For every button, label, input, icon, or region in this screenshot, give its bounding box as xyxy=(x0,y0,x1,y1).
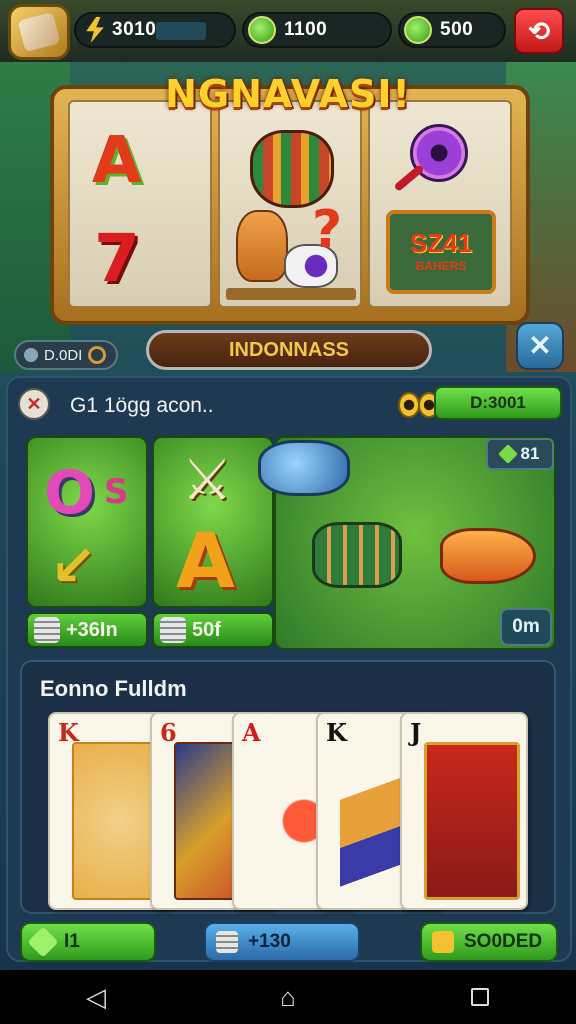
chips-icon xyxy=(216,931,238,953)
coin-counter[interactable]: 500 xyxy=(398,12,506,48)
pencil-icon xyxy=(497,444,518,464)
card-5-rank: J xyxy=(410,718,422,747)
bottom-button-1-text: I1 xyxy=(64,931,80,952)
reel-2: ? xyxy=(218,100,362,308)
chips-icon xyxy=(34,617,60,643)
reel-1: A 7 xyxy=(68,100,212,308)
energy-value: 3010 xyxy=(112,19,157,40)
circle-icon xyxy=(24,348,38,362)
tools-icon: ✕ xyxy=(18,388,50,420)
map-icon xyxy=(17,11,61,53)
coin-icon xyxy=(404,16,432,44)
bottom-button-3[interactable]: SO0DED xyxy=(420,922,558,962)
basket-symbol xyxy=(250,130,334,208)
pencil-icon xyxy=(27,926,59,958)
tile-price-1[interactable]: +36In xyxy=(26,612,148,648)
om-badge[interactable]: 0m xyxy=(500,608,552,646)
coin-icon-1 xyxy=(398,392,420,418)
card-5-art xyxy=(424,742,520,900)
card-5[interactable]: J xyxy=(400,712,528,910)
left-pill-label: D.0DI xyxy=(44,346,83,364)
energy-counter[interactable]: 3010 xyxy=(74,12,236,48)
collect-button[interactable]: D:3001 xyxy=(434,386,562,420)
left-status-pill[interactable]: D.0DI xyxy=(14,340,118,370)
bottom-button-2[interactable]: +130 xyxy=(204,922,360,962)
refresh-button[interactable]: ⟲ xyxy=(514,8,564,54)
back-icon: ◁ xyxy=(86,981,106,1012)
gem-o-symbol: O xyxy=(44,458,96,528)
bolt-icon xyxy=(86,17,104,43)
cat-symbol xyxy=(236,210,288,282)
bottom-button-2-text: +130 xyxy=(248,931,291,952)
field-badge-text: 81 xyxy=(520,444,540,463)
item-tile-1[interactable]: O S ↙ xyxy=(26,436,148,608)
close-icon: ✕ xyxy=(528,330,552,361)
home-button[interactable]: ⌂ xyxy=(264,977,312,1017)
rocket-icon xyxy=(440,528,536,584)
plank-decor xyxy=(226,288,356,300)
location-banner: INDONNASS xyxy=(146,330,432,370)
letter-a-symbol: A xyxy=(92,124,142,198)
chips-icon xyxy=(160,617,186,643)
tile-price-1-text: +36In xyxy=(66,618,118,641)
field-badge[interactable]: 81 xyxy=(486,438,554,470)
gem-value: 1100 xyxy=(284,19,328,40)
bottom-button-3-text: SO0DED xyxy=(464,931,543,952)
home-icon: ⌂ xyxy=(280,981,296,1012)
reel-3: SZ41 BAHERS xyxy=(368,100,512,308)
profile-avatar[interactable] xyxy=(8,4,70,60)
recents-button[interactable] xyxy=(456,977,504,1017)
slot-title: NGNAVASI! xyxy=(165,72,411,116)
refresh-icon: ⟲ xyxy=(528,15,550,46)
sword-symbol: ⚔ xyxy=(182,448,233,513)
gem-counter[interactable]: 1100 xyxy=(242,12,392,48)
tile-price-2[interactable]: 50f xyxy=(152,612,274,648)
coin-value: 500 xyxy=(440,19,474,40)
sign-big-text: SZ41 xyxy=(409,228,473,258)
question-symbol: ? xyxy=(312,200,343,260)
back-button[interactable]: ◁ xyxy=(72,977,120,1017)
blue-pod-icon xyxy=(258,440,350,496)
ring-icon xyxy=(88,346,107,364)
energy-bar xyxy=(156,22,206,40)
cards-title: Eonno Fulldm xyxy=(40,676,187,701)
slot-reels[interactable]: A 7 ? SZ41 BAHERS xyxy=(68,100,512,308)
bag-icon xyxy=(432,931,454,953)
android-nav-bar: ◁ ⌂ xyxy=(0,970,576,1024)
prize-sign: SZ41 BAHERS xyxy=(386,210,496,294)
letter-a-tile-symbol: A xyxy=(176,516,235,605)
s-symbol: S xyxy=(104,472,129,512)
bottom-button-1[interactable]: I1 xyxy=(20,922,156,962)
tile-price-2-text: 50f xyxy=(192,618,221,641)
cart-icon xyxy=(312,522,402,588)
info-text: G1 1ögg acon.. xyxy=(70,394,214,417)
arrow-symbol: ↙ xyxy=(50,534,97,599)
lollipop-stick xyxy=(393,164,425,192)
seven-symbol: 7 xyxy=(94,220,140,297)
gem-icon xyxy=(248,16,276,44)
recents-icon xyxy=(471,988,489,1006)
sign-small-text: BAHERS xyxy=(415,259,467,273)
item-tile-2[interactable]: ⚔ A xyxy=(152,436,274,608)
close-button[interactable]: ✕ xyxy=(516,322,564,370)
